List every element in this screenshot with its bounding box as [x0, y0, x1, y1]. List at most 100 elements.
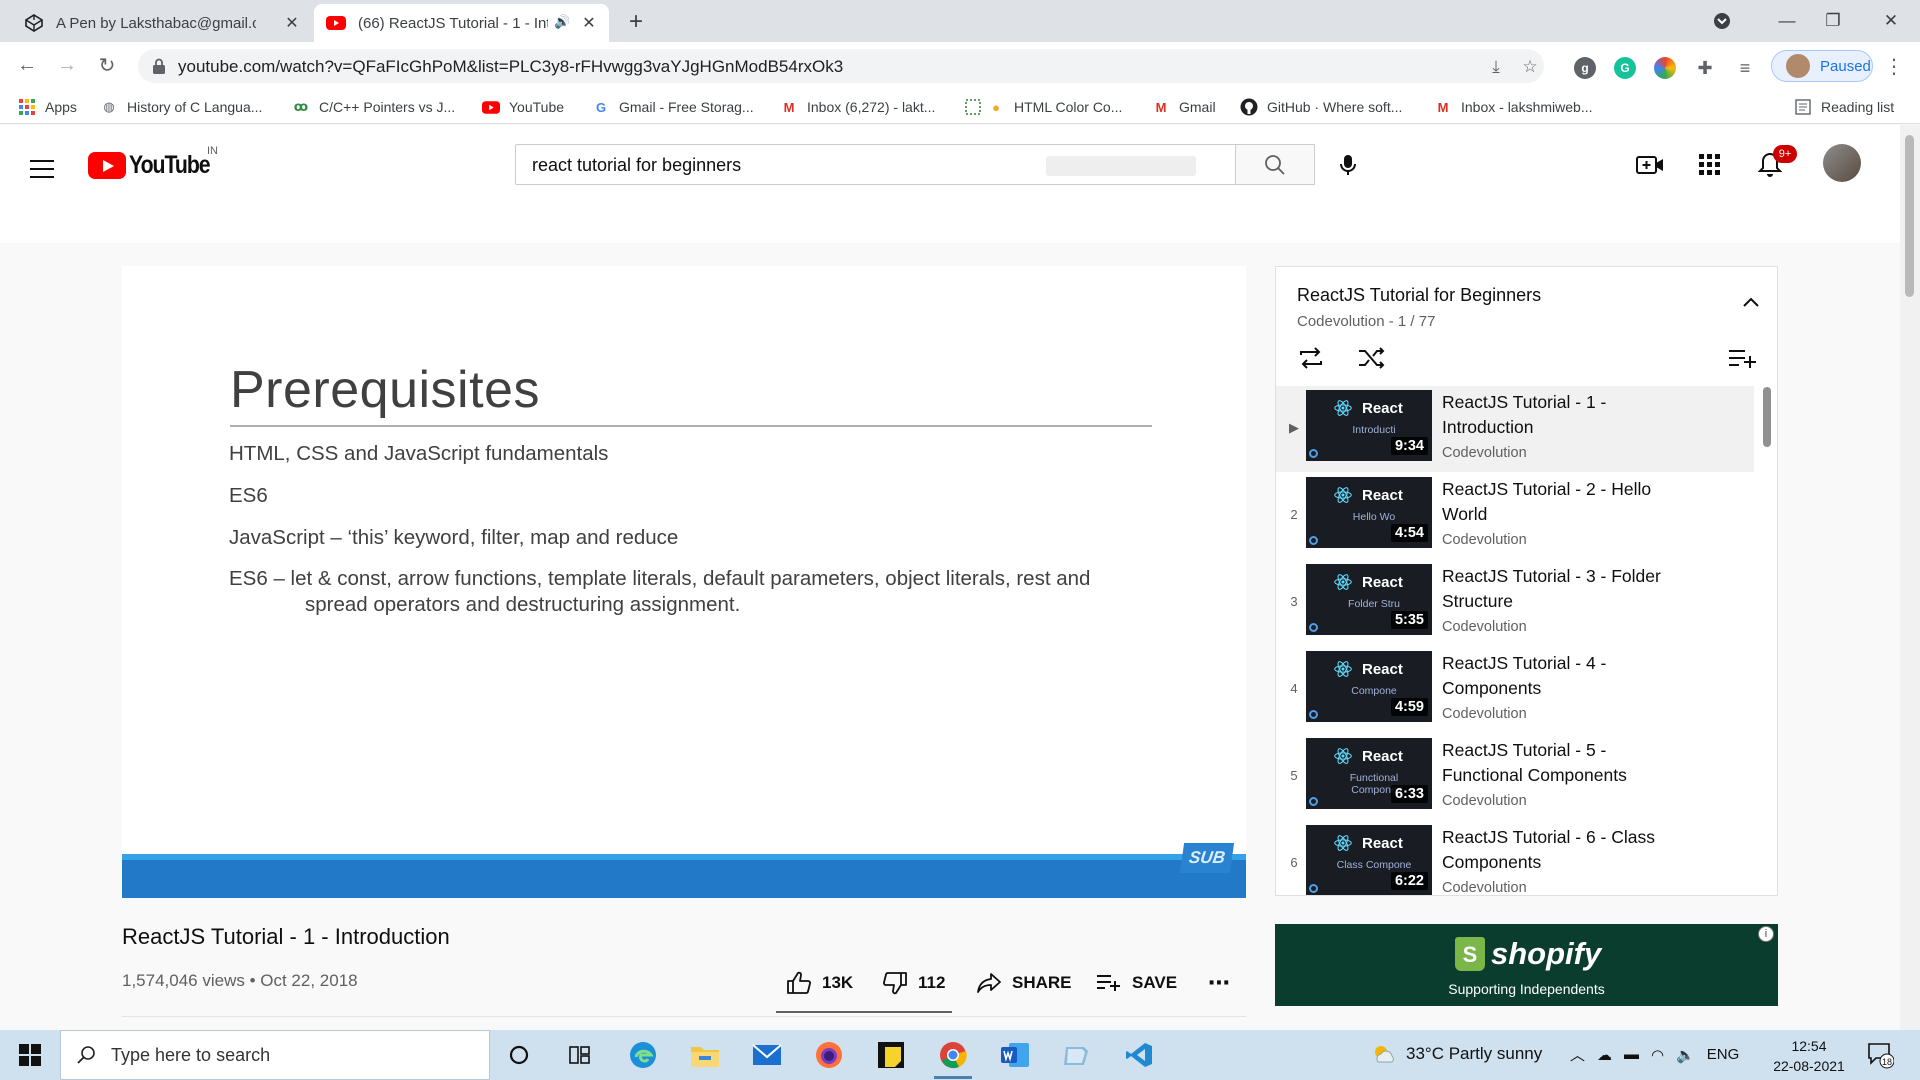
bookmark-item[interactable]: G Gmail - Free Storag... [592, 96, 754, 118]
save-button[interactable]: SAVE [1096, 970, 1177, 996]
playlist-video-title[interactable]: ReactJS Tutorial - 3 - Folder Structure [1442, 564, 1672, 614]
menu-icon[interactable] [30, 154, 60, 184]
onedrive-cloud-icon[interactable]: ☁ [1597, 1046, 1612, 1064]
windows-start-icon[interactable] [0, 1030, 60, 1080]
more-actions-icon[interactable]: ⋯ [1208, 970, 1230, 996]
reading-list[interactable]: Reading list [1794, 96, 1894, 118]
playlist-item[interactable]: 6 React Class Compone 6:22 ReactJS Tutorial … [1276, 821, 1754, 895]
install-app-icon[interactable]: ⤓ [1484, 55, 1508, 79]
playlist-video-title[interactable]: ReactJS Tutorial - 5 - Functional Compon… [1442, 738, 1672, 788]
playlist-video-title[interactable]: ReactJS Tutorial - 1 - Introduction [1442, 390, 1672, 440]
bookmark-star-icon[interactable]: ☆ [1518, 55, 1542, 79]
bookmark-item[interactable]: YouTube [482, 96, 564, 118]
show-hidden-icons-chevron-icon[interactable]: ︿ [1570, 1044, 1585, 1065]
task-view-icon[interactable] [562, 1037, 600, 1073]
volume-icon[interactable]: 🔈 [1676, 1046, 1695, 1064]
playlist-channel-name[interactable]: Codevolution [1442, 793, 1527, 809]
playlist-item[interactable]: ▶ React Introducti 9:34 ReactJS Tutorial - 1… [1276, 386, 1754, 472]
playlist-channel-name[interactable]: Codevolution [1442, 532, 1527, 548]
playlist-item[interactable]: 4 React Compone 4:59 ReactJS Tutorial - 4 - … [1276, 647, 1754, 733]
wifi-icon[interactable]: ◠ [1651, 1046, 1664, 1064]
close-tab-icon[interactable]: ✕ [579, 13, 599, 33]
apps-grid-icon[interactable] [1694, 149, 1726, 181]
notes-app-icon[interactable] [1058, 1037, 1096, 1073]
minimize-icon[interactable]: — [1770, 6, 1804, 36]
bookmark-item[interactable]: ● HTML Color Co... [964, 96, 1122, 118]
action-center-icon[interactable]: 18 [1866, 1041, 1895, 1069]
bookmark-apps[interactable]: Apps [18, 96, 77, 118]
playlist-channel-name[interactable]: Codevolution [1442, 445, 1527, 461]
close-window-icon[interactable]: ✕ [1874, 6, 1908, 36]
account-avatar[interactable] [1823, 144, 1861, 182]
cortana-icon[interactable] [500, 1037, 538, 1073]
playlist-channel-name[interactable]: Codevolution [1442, 706, 1527, 722]
taskbar-clock[interactable]: 12:54 22-08-2021 [1768, 1036, 1850, 1076]
battery-icon[interactable]: ▬ [1624, 1046, 1639, 1063]
loop-icon[interactable] [1296, 343, 1326, 373]
playlist-video-title[interactable]: ReactJS Tutorial - 4 - Components [1442, 651, 1672, 701]
search-input[interactable]: react tutorial for beginners [515, 144, 1236, 185]
video-thumbnail[interactable]: React Functional Compone 6:33 [1306, 738, 1432, 809]
playlist-video-title[interactable]: ReactJS Tutorial - 6 - Class Components [1442, 825, 1672, 875]
weather-widget[interactable]: 33°C Partly sunny [1370, 1042, 1542, 1066]
browser-tab[interactable]: A Pen by Laksthabac@gmail.com ✕ [12, 4, 312, 42]
language-indicator[interactable]: ENG [1707, 1046, 1740, 1063]
vscode-icon[interactable] [1120, 1037, 1158, 1073]
color-picker-extension-icon[interactable] [1654, 57, 1676, 79]
voice-search-button[interactable] [1327, 144, 1368, 185]
new-tab-button[interactable]: + [622, 8, 650, 36]
video-thumbnail[interactable]: React Compone 4:59 [1306, 651, 1432, 722]
subscribe-badge[interactable]: SUB [1179, 843, 1235, 873]
address-bar[interactable]: youtube.com/watch?v=QFaFIcGhPoM&list=PLC… [138, 49, 1544, 83]
tab-search-icon[interactable] [1705, 6, 1739, 36]
playlist-title[interactable]: ReactJS Tutorial for Beginners [1297, 285, 1541, 306]
like-button[interactable]: 13K [786, 970, 853, 996]
video-thumbnail[interactable]: React Folder Stru 5:35 [1306, 564, 1432, 635]
grammarly-icon[interactable]: G [1614, 57, 1636, 79]
bookmark-item[interactable]: ◍ History of C Langua... [100, 96, 262, 118]
browser-menu-icon[interactable]: ⋮ [1882, 54, 1906, 78]
extension-g-icon[interactable]: g [1574, 57, 1596, 79]
share-button[interactable]: SHARE [976, 970, 1072, 996]
video-thumbnail[interactable]: React Hello Wo 4:54 [1306, 477, 1432, 548]
browser-tab-active[interactable]: (66) ReactJS Tutorial - 1 - Intr 🔊 ✕ [314, 4, 609, 42]
bookmark-item[interactable]: M Inbox - lakshmiweb... [1434, 96, 1593, 118]
profile-button[interactable]: Paused [1771, 50, 1873, 82]
bookmark-item[interactable]: ꝏ C/C++ Pointers vs J... [292, 96, 455, 118]
bookmark-item[interactable]: M Gmail [1152, 96, 1216, 118]
create-video-icon[interactable] [1634, 149, 1666, 181]
playlist-scrollbar[interactable] [1763, 387, 1771, 447]
taskbar-search-input[interactable]: Type here to search [60, 1030, 490, 1080]
forward-icon[interactable]: → [52, 50, 82, 80]
playlist-item[interactable]: 3 React Folder Stru 5:35 ReactJS Tutorial - … [1276, 560, 1754, 646]
video-thumbnail[interactable]: React Introducti 9:34 [1306, 390, 1432, 461]
bookmark-item[interactable]: GitHub · Where soft... [1240, 96, 1402, 118]
video-player[interactable]: Prerequisites HTML, CSS and JavaScript f… [122, 266, 1246, 898]
mail-icon[interactable] [748, 1037, 786, 1073]
edge-icon[interactable] [624, 1037, 662, 1073]
playlist-video-title[interactable]: ReactJS Tutorial - 2 - Hello World [1442, 477, 1672, 527]
dislike-button[interactable]: 112 [882, 970, 945, 996]
shuffle-icon[interactable] [1356, 343, 1386, 373]
page-scrollbar[interactable] [1900, 125, 1920, 1030]
page-scrollbar-thumb[interactable] [1905, 135, 1914, 297]
playlist-channel-name[interactable]: Codevolution [1442, 880, 1527, 895]
media-control-icon[interactable]: ≡ [1734, 57, 1756, 79]
ad-banner[interactable]: S shopify Supporting Independents i [1275, 924, 1778, 1006]
speaker-icon[interactable]: 🔊 [554, 14, 570, 30]
bookmark-item[interactable]: M Inbox (6,272) - lakt... [780, 96, 936, 118]
search-button[interactable] [1235, 144, 1315, 185]
reload-icon[interactable]: ↻ [92, 50, 122, 80]
restore-icon[interactable]: ❐ [1816, 6, 1850, 36]
close-tab-icon[interactable]: ✕ [282, 13, 302, 33]
sticky-notes-icon[interactable] [872, 1037, 910, 1073]
ad-info-icon[interactable]: i [1758, 926, 1774, 942]
word-icon[interactable] [996, 1037, 1034, 1073]
back-icon[interactable]: ← [12, 50, 42, 80]
playlist-item[interactable]: 5 React Functional Compone 6:33 ReactJS Tuto… [1276, 734, 1754, 820]
chrome-icon[interactable] [934, 1037, 972, 1073]
firefox-icon[interactable] [810, 1037, 848, 1073]
extensions-puzzle-icon[interactable]: ✚ [1694, 57, 1716, 79]
playlist-channel-name[interactable]: Codevolution [1442, 619, 1527, 635]
playlist-item[interactable]: 2 React Hello Wo 4:54 ReactJS Tutorial - 2 -… [1276, 473, 1754, 559]
